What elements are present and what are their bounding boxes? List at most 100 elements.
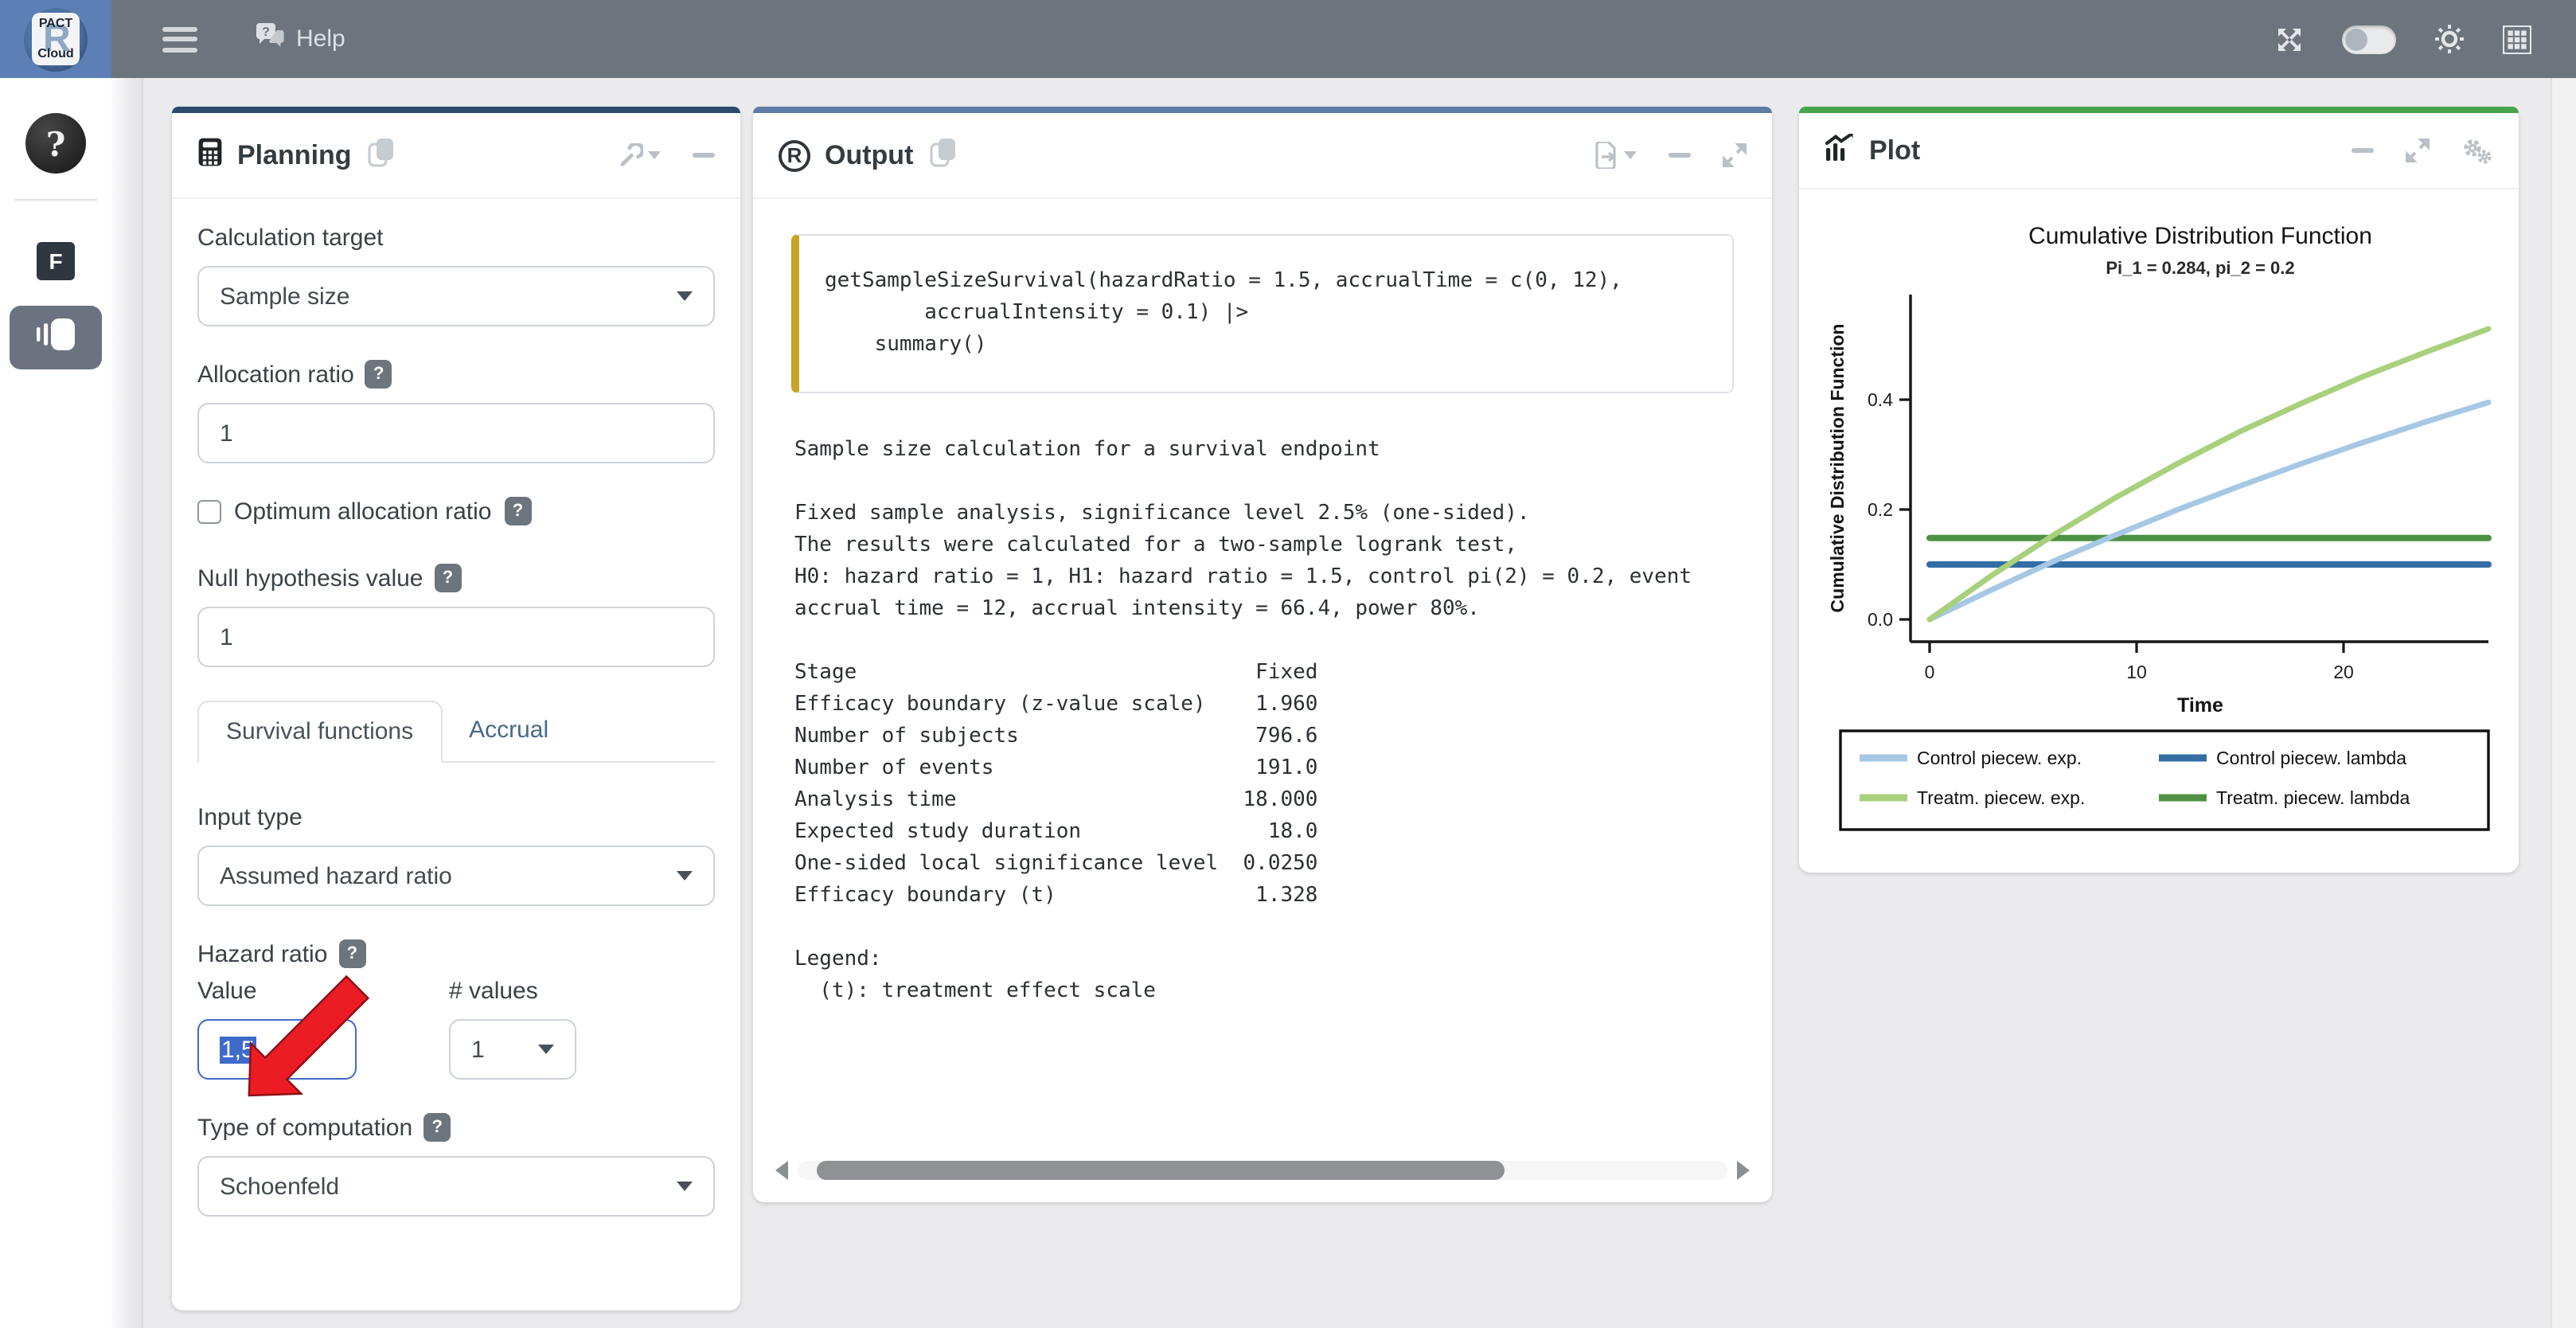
- expand-button[interactable]: [2406, 139, 2430, 162]
- svg-text:Control piecew. exp.: Control piecew. exp.: [1917, 748, 2082, 768]
- allocation-ratio-input[interactable]: 1: [197, 403, 715, 463]
- svg-text:0: 0: [1925, 662, 1935, 682]
- allocation-ratio-label: Allocation ratio ?: [197, 360, 715, 389]
- r-logo-icon: R: [779, 139, 810, 171]
- chevron-down-icon: [677, 1182, 693, 1191]
- svg-text:0.2: 0.2: [1868, 499, 1893, 520]
- help-badge[interactable]: ?: [365, 360, 392, 389]
- svg-text:?: ?: [262, 25, 270, 39]
- num-values-label: # values: [449, 978, 576, 1005]
- tab-survival-functions[interactable]: Survival functions: [197, 701, 442, 763]
- r-code-block: getSampleSizeSurvival(hazardRatio = 1.5,…: [791, 234, 1734, 393]
- help-badge[interactable]: ?: [504, 497, 531, 525]
- export-dropdown-button[interactable]: [1595, 142, 1637, 169]
- rpact-cloud-logo-icon: R PACT Cloud: [24, 7, 88, 71]
- collapse-button[interactable]: [693, 153, 715, 158]
- svg-text:Treatm. piecew. lambda: Treatm. piecew. lambda: [2216, 787, 2410, 808]
- left-sidebar: ? F: [0, 78, 111, 1328]
- wrench-icon: [619, 143, 643, 167]
- output-body: getSampleSizeSurvival(hazardRatio = 1.5,…: [753, 199, 1772, 1008]
- arrows-out-icon[interactable]: [2275, 25, 2304, 53]
- help-chat-icon: ?: [255, 22, 285, 56]
- copy-icon[interactable]: [368, 136, 395, 174]
- svg-text:10: 10: [2126, 662, 2147, 682]
- window-scrollbar[interactable]: [2551, 78, 2576, 1328]
- calculation-target-select[interactable]: Sample size: [197, 266, 715, 326]
- help-label: Help: [296, 25, 345, 53]
- scroll-right-arrow[interactable]: [1737, 1161, 1750, 1180]
- svg-text:Treatm. piecew. exp.: Treatm. piecew. exp.: [1917, 787, 2085, 808]
- tab-accrual[interactable]: Accrual: [442, 701, 576, 761]
- plot-header: Plot: [1799, 107, 2519, 189]
- type-of-computation-label: Type of computation ?: [197, 1113, 715, 1142]
- settings-gears-icon[interactable]: [2461, 136, 2493, 165]
- collapse-button[interactable]: [1669, 153, 1691, 158]
- series-treatm-piecew-exp-: [1930, 329, 2488, 619]
- input-type-label: Input type: [197, 804, 715, 831]
- chevron-down-icon: [648, 151, 661, 159]
- expand-button[interactable]: [1723, 143, 1747, 167]
- calculation-target-value: Sample size: [220, 283, 349, 310]
- vertical-scrollbar[interactable]: [111, 78, 143, 1328]
- output-header: R Output: [753, 107, 1772, 199]
- chart-icon: [1825, 133, 1855, 168]
- horizontal-scrollbar: [775, 1158, 1750, 1183]
- help-badge[interactable]: ?: [423, 1113, 451, 1142]
- help-badge[interactable]: ?: [435, 564, 462, 592]
- calculation-target-label: Calculation target: [197, 225, 715, 252]
- copy-icon[interactable]: [929, 136, 956, 174]
- num-values-select[interactable]: 1: [449, 1019, 576, 1080]
- svg-text:0.4: 0.4: [1868, 389, 1893, 410]
- sidebar-divider: [14, 199, 97, 201]
- optimum-allocation-row: Optimum allocation ratio ?: [197, 497, 715, 525]
- output-title: Output: [825, 139, 913, 171]
- svg-text:0.0: 0.0: [1868, 609, 1893, 630]
- calculator-icon: [197, 136, 223, 174]
- collapse-button[interactable]: [2352, 148, 2374, 153]
- logo-text-bottom: Cloud: [33, 46, 78, 62]
- result-text: Sample size calculation for a survival e…: [794, 435, 1699, 1008]
- null-hypothesis-label: Null hypothesis value ?: [197, 564, 715, 592]
- input-type-select[interactable]: Assumed hazard ratio: [197, 846, 715, 906]
- help-badge[interactable]: ?: [338, 939, 365, 968]
- app-root: R PACT Cloud ? Help: [0, 0, 2576, 1328]
- optimum-allocation-label: Optimum allocation ratio: [234, 498, 491, 525]
- null-hypothesis-input[interactable]: 1: [197, 607, 715, 667]
- planning-title: Planning: [237, 139, 352, 171]
- sun-icon[interactable]: [2434, 24, 2465, 54]
- red-annotation-arrow: [239, 975, 379, 1110]
- app-logo[interactable]: R PACT Cloud: [0, 0, 111, 78]
- optimum-allocation-checkbox[interactable]: [197, 499, 221, 523]
- grid-icon[interactable]: [2503, 25, 2531, 53]
- type-of-computation-select[interactable]: Schoenfeld: [197, 1156, 715, 1217]
- topbar-actions: [2275, 24, 2576, 54]
- input-type-value: Assumed hazard ratio: [220, 862, 452, 889]
- chevron-down-icon: [1624, 151, 1637, 159]
- chart-series: [1930, 329, 2488, 619]
- tools-dropdown-button[interactable]: [619, 143, 661, 167]
- chevron-down-icon: [677, 871, 693, 881]
- x-axis-label: Time: [2177, 694, 2223, 717]
- sidebar-item-active[interactable]: [10, 306, 102, 369]
- plot-title: Plot: [1869, 135, 1920, 166]
- planning-header: Planning: [172, 107, 740, 199]
- menu-hamburger-icon[interactable]: [162, 26, 197, 52]
- svg-text:20: 20: [2333, 662, 2354, 682]
- sidebar-item-f-logo[interactable]: F: [37, 242, 75, 280]
- scrollbar-track[interactable]: [798, 1161, 1727, 1180]
- theme-toggle[interactable]: [2342, 25, 2396, 53]
- y-axis-label: Cumulative Distribution Function: [1827, 324, 1848, 613]
- chevron-down-icon: [538, 1045, 554, 1054]
- planning-tabs: Survival functions Accrual: [197, 701, 715, 763]
- cdf-chart: Cumulative Distribution Function Pi_1 = …: [1818, 202, 2500, 847]
- help-button[interactable]: ? Help: [255, 22, 345, 56]
- question-avatar[interactable]: ?: [25, 113, 86, 174]
- hazard-ratio-label: Hazard ratio ?: [197, 939, 715, 968]
- scroll-left-arrow[interactable]: [775, 1161, 788, 1180]
- export-file-icon: [1595, 142, 1619, 169]
- scrollbar-thumb[interactable]: [816, 1161, 1504, 1180]
- chart-title: Cumulative Distribution Function: [2028, 223, 2372, 249]
- legend-box: [1840, 731, 2488, 830]
- top-bar: R PACT Cloud ? Help: [0, 0, 2576, 78]
- svg-text:Control piecew. lambda: Control piecew. lambda: [2216, 748, 2406, 768]
